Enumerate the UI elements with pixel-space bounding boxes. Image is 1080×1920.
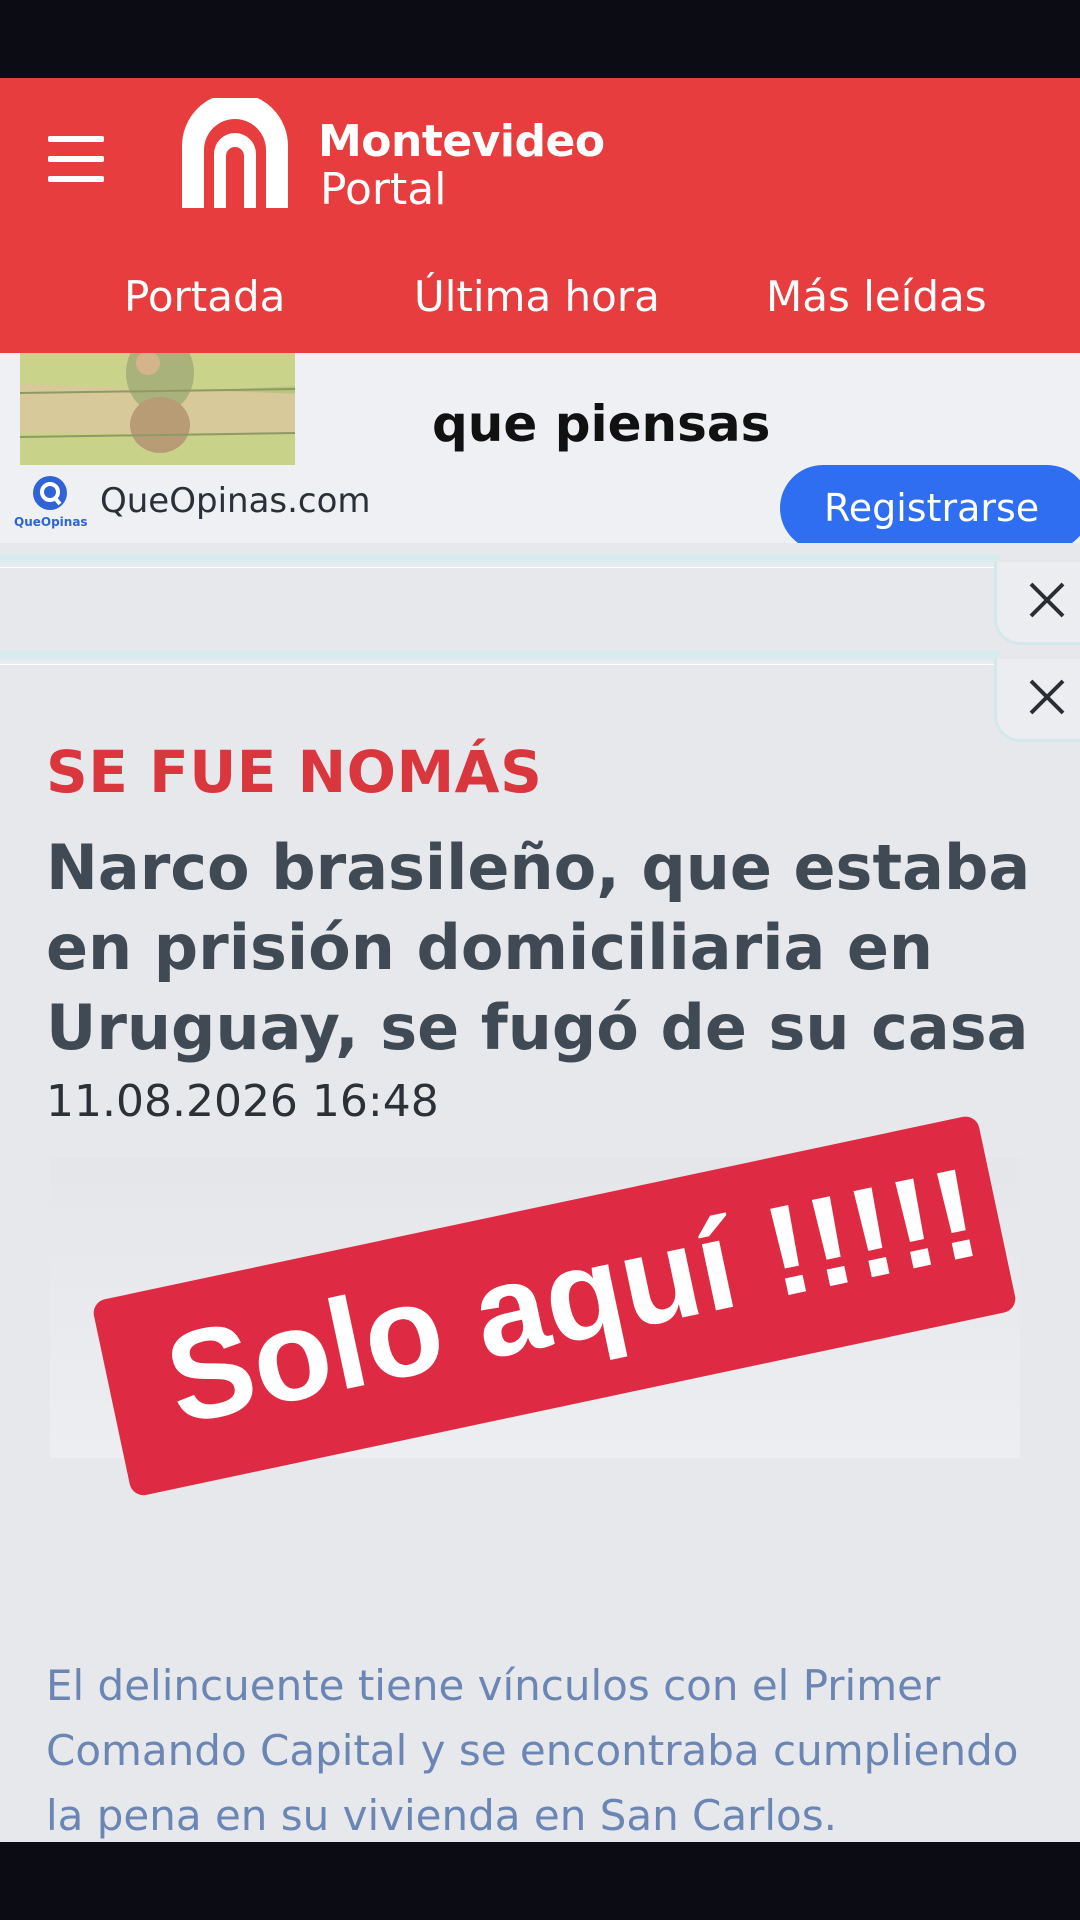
web-page: Montevideo Portal Portada Última hora Má… (0, 78, 1080, 1842)
ad-site-name[interactable]: QueOpinas.com (100, 481, 371, 521)
tab-mas-leidas[interactable]: Más leídas (766, 272, 987, 321)
site-header: Montevideo Portal Portada Última hora Má… (0, 78, 1080, 353)
site-logo[interactable]: Montevideo Portal (178, 98, 618, 218)
ad-banner[interactable]: que piensas QueOpinas QueOpinas.com Regi… (0, 353, 1080, 543)
ad-banknotes-image (20, 353, 295, 465)
tab-portada[interactable]: Portada (124, 272, 285, 321)
queopinas-logo: QueOpinas (14, 473, 88, 535)
register-button[interactable]: Registrarse (780, 465, 1080, 543)
article-timestamp: 11.08.2026 16:48 (46, 1076, 439, 1127)
ad-headline: que piensas (432, 353, 1072, 457)
article-headline[interactable]: Narco brasileño, que estaba en prisión d… (46, 828, 1056, 1068)
ad-close-strip-1 (0, 554, 1000, 568)
close-ad-button-1[interactable] (994, 562, 1080, 645)
article-kicker: SE FUE NOMÁS (46, 738, 543, 806)
close-ad-button-2[interactable] (994, 659, 1080, 742)
brand-name-line1: Montevideo (318, 116, 605, 167)
tab-ultima-hora[interactable]: Última hora (414, 272, 660, 321)
queopinas-logo-text: QueOpinas (14, 515, 88, 529)
phone-screen: Montevideo Portal Portada Última hora Má… (0, 0, 1080, 1920)
ad-headline-cut-line (432, 353, 1072, 391)
queopinas-logo-icon (33, 476, 67, 510)
ad-footer-bar: QueOpinas QueOpinas.com Registrarse (0, 465, 1080, 543)
close-icon (1029, 679, 1065, 715)
ad-headline-text: que piensas (432, 395, 771, 453)
close-icon (1029, 582, 1065, 618)
main-nav: Portada Última hora Más leídas (0, 272, 1080, 332)
brand-name-line2: Portal (320, 164, 447, 215)
ad-close-strip-2 (0, 651, 1000, 665)
logo-mark-icon (182, 98, 288, 208)
article-summary: El delincuente tiene vínculos con el Pri… (46, 1661, 1019, 1840)
hamburger-menu-icon[interactable] (48, 136, 104, 182)
